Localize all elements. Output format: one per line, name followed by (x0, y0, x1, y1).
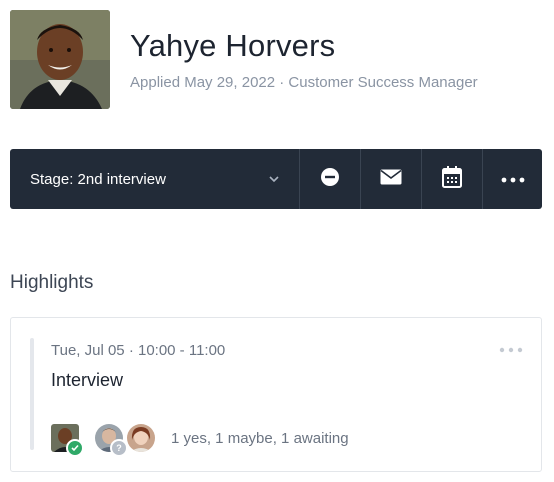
question-icon: ? (110, 439, 128, 457)
calendar-icon (442, 165, 462, 193)
candidate-name: Yahye Horvers (130, 28, 336, 63)
reject-button[interactable] (300, 149, 361, 209)
email-icon (380, 169, 402, 190)
voter-awaiting[interactable] (127, 424, 155, 452)
candidate-avatar (10, 10, 110, 109)
email-button[interactable] (361, 149, 422, 209)
candidate-toolbar: Stage: 2nd interview (10, 149, 542, 209)
candidate-header: Yahye Horvers Applied May 29, 2022 · Cus… (10, 10, 478, 109)
voter-yes[interactable] (51, 424, 84, 457)
stage-label: Stage: 2nd interview (30, 170, 166, 188)
highlight-card[interactable]: Tue, Jul 05 · 10:00 - 11:00 Interview ? (10, 317, 542, 472)
card-accent-bar (30, 338, 34, 450)
check-icon (66, 439, 84, 457)
card-more-button[interactable] (499, 340, 523, 358)
calendar-button[interactable] (422, 149, 483, 209)
voter-avatar (127, 424, 155, 452)
interview-title: Interview (51, 370, 124, 390)
candidate-subtitle: Applied May 29, 2022 · Customer Success … (130, 74, 478, 91)
stage-dropdown[interactable]: Stage: 2nd interview (10, 149, 300, 209)
more-icon (501, 170, 525, 188)
voters-row: ? 1 yes, 1 maybe, 1 awaiting (51, 424, 349, 457)
chevron-down-icon (269, 172, 279, 186)
interview-time: Tue, Jul 05 · 10:00 - 11:00 (51, 342, 226, 359)
voter-maybe[interactable]: ? (95, 424, 128, 457)
more-actions-button[interactable] (483, 149, 542, 209)
more-icon (499, 340, 523, 357)
vote-summary: 1 yes, 1 maybe, 1 awaiting (171, 429, 349, 447)
highlights-title: Highlights (10, 272, 94, 293)
reject-icon (320, 167, 340, 192)
